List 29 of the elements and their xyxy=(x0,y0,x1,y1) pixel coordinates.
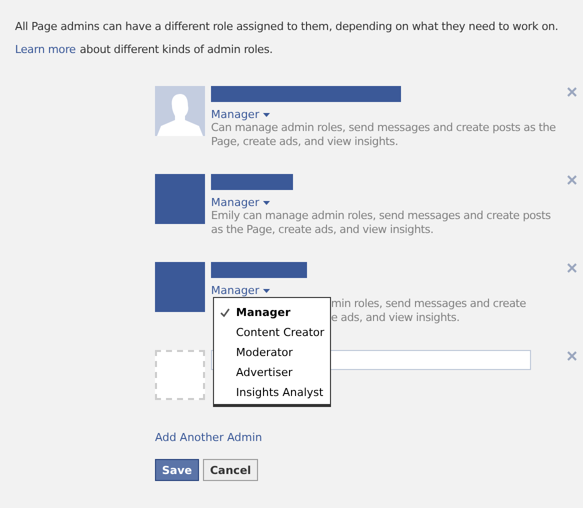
add-another-admin-link[interactable]: Add Another Admin xyxy=(155,431,262,444)
redacted-avatar xyxy=(155,174,205,224)
role-description: Can manage admin roles, send messages and create posts as the Page, create ads, and view insights. xyxy=(211,121,556,149)
default-avatar xyxy=(155,86,205,136)
role-dropdown[interactable]: Manager xyxy=(211,196,270,209)
check-icon xyxy=(220,308,230,316)
intro-text: All Page admins can have a different role assigned to them, depending on what they need to work on. xyxy=(15,20,560,33)
role-description: Emily can manage admin roles, send messages and create posts as the Page, create ads, and view insights. xyxy=(211,209,551,237)
learn-more-text: about different kinds of admin roles. xyxy=(80,43,273,56)
caret-icon xyxy=(263,288,270,292)
close-button[interactable] xyxy=(566,350,578,362)
role-menu-item[interactable]: Insights Analyst xyxy=(214,382,330,402)
close-button[interactable] xyxy=(566,174,578,186)
close-button[interactable] xyxy=(566,86,578,98)
close-button[interactable] xyxy=(566,262,578,274)
caret-icon xyxy=(263,112,270,116)
learn-more-link[interactable]: Learn more xyxy=(15,43,76,56)
role-menu-item[interactable]: Advertiser xyxy=(214,362,330,382)
cancel-button[interactable]: Cancel xyxy=(202,459,258,481)
caret-icon xyxy=(263,200,270,204)
role-description: min roles, send messages and create e ads, and view insights. xyxy=(331,297,526,325)
redacted-avatar xyxy=(155,262,205,312)
role-menu-item[interactable]: Manager xyxy=(214,302,330,322)
save-button[interactable]: Save xyxy=(155,459,199,481)
role-menu-item[interactable]: Moderator xyxy=(214,342,330,362)
role-dropdown[interactable]: Manager xyxy=(211,284,270,297)
empty-avatar xyxy=(155,350,205,400)
role-dropdown[interactable]: Manager xyxy=(211,108,270,121)
role-menu-item[interactable]: Content Creator xyxy=(214,322,330,342)
